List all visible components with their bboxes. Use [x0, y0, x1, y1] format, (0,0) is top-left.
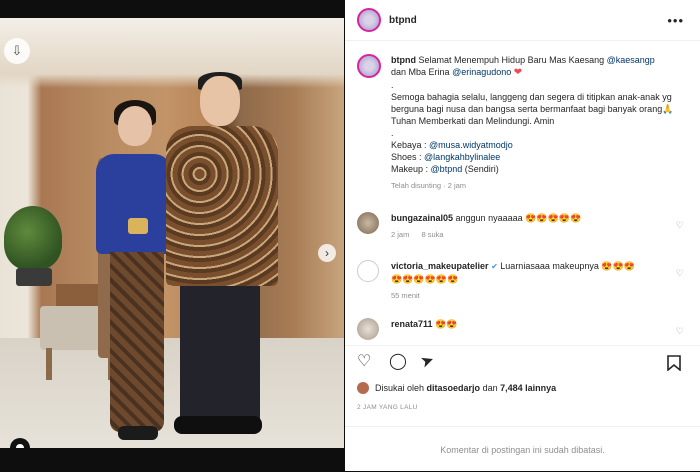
post-side-panel: btpnd ••• btpnd Selamat Menempuh Hidup B… [345, 0, 700, 471]
comment-item: renata711 😍😍 ♡ [357, 318, 692, 340]
comment-username[interactable]: bungazainal05 [391, 213, 453, 223]
comments-limited-notice: Komentar di postingan ini sudah dibatasi… [345, 426, 700, 472]
post-actions-bar: ♡ ◯ ➤ [345, 345, 700, 378]
photo-pot [16, 268, 52, 286]
comment-likes[interactable]: 8 suka [421, 230, 443, 239]
comment-item: victoria_makeupatelier ✔ Luarniasaaa mak… [357, 260, 692, 300]
verified-icon: ✔ [491, 262, 498, 271]
heart-icon[interactable]: ♡ [676, 326, 684, 337]
caption-username[interactable]: btpnd [391, 55, 416, 65]
avatar[interactable] [357, 54, 381, 78]
bookmark-icon[interactable] [667, 355, 681, 371]
heart-icon[interactable]: ♡ [676, 220, 684, 231]
avatar [357, 382, 369, 394]
mention-link[interactable]: @erinagudono [452, 67, 511, 77]
download-icon[interactable]: ⇩ [4, 38, 30, 64]
comment-time: 2 jam [391, 230, 410, 239]
post-timestamp: 2 JAM YANG LALU [357, 404, 418, 411]
heart-icon[interactable]: ♡ [676, 268, 684, 279]
likes-count[interactable]: 7,484 lainnya [500, 383, 556, 393]
post-header: btpnd ••• [345, 0, 700, 41]
caption-timestamp: Telah disunting · 2 jam [391, 181, 467, 190]
comment-username[interactable]: victoria_makeupatelier [391, 261, 489, 271]
heart-emoji: ❤ [513, 67, 523, 78]
post-modal: ⇩ › btpnd ••• btpnd Selamat Menempuh Hid… [0, 0, 700, 471]
likes-summary[interactable]: Disukai oleh ditasoedarjo dan 7,484 lain… [357, 382, 556, 394]
share-icon[interactable]: ➤ [418, 351, 436, 372]
header-username[interactable]: btpnd [389, 15, 417, 26]
mention-link[interactable]: @musa.widyatmodjo [429, 140, 513, 150]
comment-icon[interactable]: ◯ [389, 354, 407, 370]
photo-plant [4, 206, 62, 270]
photo-bench-leg [46, 348, 52, 380]
heart-icon[interactable]: ♡ [357, 354, 371, 370]
comments-area[interactable]: btpnd Selamat Menempuh Hidup Baru Mas Ka… [345, 40, 700, 345]
mention-link[interactable]: @kaesangp [607, 55, 655, 65]
caption-body: Semoga bahagia selalu, langgeng dan sege… [391, 92, 674, 126]
mention-link[interactable]: @btpnd [431, 164, 463, 174]
avatar[interactable] [357, 260, 379, 282]
more-horizontal-icon[interactable]: ••• [667, 13, 684, 28]
photo-person-man [166, 72, 278, 448]
post-caption: btpnd Selamat Menempuh Hidup Baru Mas Ka… [357, 54, 692, 190]
avatar[interactable] [357, 8, 381, 32]
next-image-button[interactable]: › [318, 244, 336, 262]
avatar[interactable] [357, 318, 379, 340]
mention-link[interactable]: @langkahbylinalee [424, 152, 500, 162]
avatar[interactable] [357, 212, 379, 234]
comment-item: bungazainal05 anggun nyaaaaa 😍😍😍😍😍 2 jam… [357, 212, 692, 239]
comment-time: 55 menit [391, 291, 420, 300]
post-photo[interactable]: ⇩ › [0, 18, 344, 448]
comment-username[interactable]: renata711 [391, 319, 433, 329]
likes-user[interactable]: ditasoedarjo [427, 383, 481, 393]
